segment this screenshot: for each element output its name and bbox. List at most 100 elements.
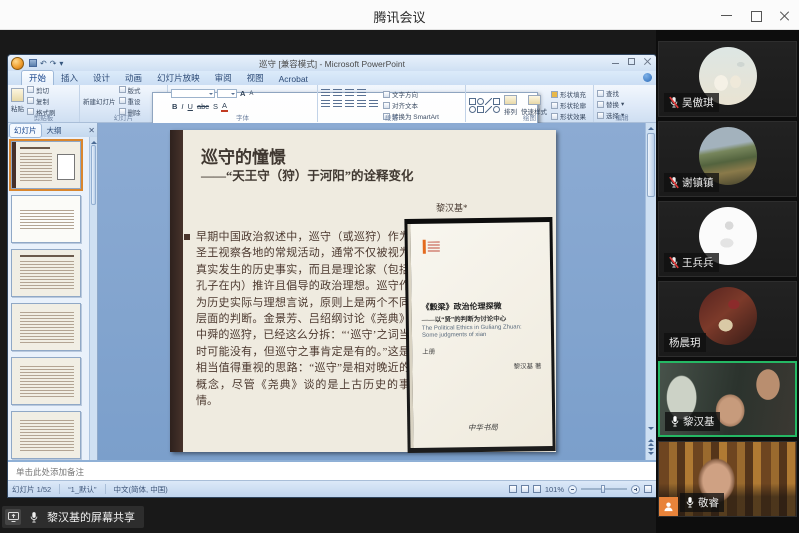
font-size-select[interactable]	[217, 89, 237, 98]
justify-icon[interactable]	[357, 100, 366, 107]
qat-dropdown-icon[interactable]: ▾	[59, 59, 63, 68]
font-color-icon[interactable]: A	[221, 101, 228, 112]
name-badge: 敬睿	[680, 493, 724, 512]
tab-review[interactable]: 审阅	[208, 71, 239, 85]
underline-icon[interactable]: U	[187, 102, 194, 111]
align-text-button[interactable]: 对齐文本	[383, 100, 439, 110]
grow-font-icon[interactable]: A	[239, 89, 246, 98]
tab-view[interactable]: 视图	[240, 71, 271, 85]
participant-tile-lihanji[interactable]: 黎汉基	[658, 361, 797, 437]
powerpoint-window: ↶ ↷ ▾ 巡守 [兼容模式] - Microsoft PowerPoint 开…	[8, 55, 656, 497]
numbering-icon[interactable]	[333, 89, 342, 96]
group-label-slides: 幻灯片	[80, 112, 167, 122]
slide-thumbnail-5[interactable]	[11, 357, 81, 405]
mic-on-icon	[670, 415, 680, 428]
participant-tile-jingrui[interactable]: 敬睿	[658, 441, 797, 517]
name-badge: 谢镇镇	[664, 173, 719, 192]
tab-slideshow[interactable]: 幻灯片放映	[150, 71, 207, 85]
maximize-button[interactable]	[749, 9, 762, 22]
outdent-icon[interactable]	[357, 89, 366, 96]
slide[interactable]: 巡守的憧憬 ——“天王守（狩）于河阳”的诠释变化 黎汉基* 早期中国政治叙述中，…	[170, 130, 556, 452]
zoom-out-icon[interactable]	[568, 485, 577, 494]
shrink-font-icon[interactable]: A	[248, 91, 254, 97]
copy-button[interactable]: 复制	[27, 96, 56, 106]
shapes-gallery[interactable]	[469, 98, 500, 113]
strikethrough-icon[interactable]: abc	[196, 102, 210, 111]
find-button[interactable]: 查找	[597, 88, 647, 98]
columns-icon[interactable]	[369, 100, 378, 107]
ppt-minimize-button[interactable]	[611, 57, 620, 66]
office-button[interactable]	[11, 57, 24, 70]
cut-button[interactable]: 剪切	[27, 85, 56, 95]
thumbnails-scrollbar[interactable]	[89, 137, 97, 460]
slide-thumbnail-6[interactable]	[11, 411, 81, 459]
replace-button[interactable]: 替换▾	[597, 99, 647, 109]
meeting-title: 腾讯会议	[0, 7, 799, 26]
previous-slide-button[interactable]	[648, 436, 654, 446]
pane-tab-outline[interactable]: 大纲	[43, 124, 66, 137]
align-center-icon[interactable]	[333, 100, 342, 107]
redo-icon[interactable]: ↷	[50, 59, 57, 68]
participant-tile-wangbingbing[interactable]: 王兵兵	[658, 201, 797, 277]
help-icon[interactable]	[643, 73, 652, 82]
next-slide-button[interactable]	[648, 448, 654, 458]
undo-icon[interactable]: ↶	[40, 59, 47, 68]
normal-view-icon[interactable]	[509, 485, 517, 493]
font-family-select[interactable]	[171, 89, 215, 98]
bullets-icon[interactable]	[321, 89, 330, 96]
layout-button[interactable]: 版式	[119, 85, 141, 95]
book-cover-image: 《穀梁》政治伦理探微 ——以“贤”的判断为讨论中心 The Political …	[404, 217, 555, 453]
indent-icon[interactable]	[345, 89, 354, 96]
slide-thumbnail-3[interactable]	[11, 249, 81, 297]
save-icon[interactable]	[29, 59, 37, 67]
zoom-slider[interactable]	[581, 488, 627, 490]
language-indicator[interactable]: 中文(简体, 中国)	[114, 484, 168, 495]
ppt-close-button[interactable]	[643, 57, 652, 66]
name-badge: 吴傲琪	[664, 93, 719, 112]
slide-scrollbar[interactable]	[645, 123, 656, 460]
slide-indicator: 幻灯片 1/52	[12, 484, 51, 495]
paste-button[interactable]: 粘贴	[11, 88, 24, 113]
new-slide-button[interactable]: 新建幻灯片	[83, 96, 116, 106]
ribbon-group-clipboard: 粘贴 剪切 复制 格式刷 剪贴板	[8, 85, 80, 122]
participant-tile-xiezhenzhen[interactable]: 谢镇镇	[658, 121, 797, 197]
close-button[interactable]	[778, 9, 791, 22]
minimize-button[interactable]	[720, 9, 733, 22]
group-label-editing: 编辑	[594, 112, 650, 122]
ribbon-group-editing: 查找 替换▾ 选择▾ 编辑	[594, 85, 650, 122]
text-shadow-icon[interactable]: S	[212, 102, 219, 111]
tab-animations[interactable]: 动画	[118, 71, 149, 85]
align-left-icon[interactable]	[321, 100, 330, 107]
participant-tile-yangchenyue[interactable]: 杨晨玥	[658, 281, 797, 357]
scroll-down-icon[interactable]	[648, 427, 654, 433]
participant-tile-wuaoqi[interactable]: 吴傲琪	[658, 41, 797, 117]
name-badge: 杨晨玥	[664, 333, 706, 352]
fit-to-window-icon[interactable]	[644, 485, 652, 493]
slide-thumbnail-2[interactable]	[11, 195, 81, 243]
tab-insert[interactable]: 插入	[54, 71, 85, 85]
shape-outline-button[interactable]: 形状轮廓	[551, 100, 586, 110]
meeting-titlebar: 腾讯会议	[0, 0, 799, 30]
notes-pane[interactable]: 单击此处添加备注	[8, 460, 656, 480]
slide-canvas-area[interactable]: 巡守的憧憬 ——“天王守（狩）于河阳”的诠释变化 黎汉基* 早期中国政治叙述中，…	[98, 123, 656, 460]
slide-thumbnail-4[interactable]	[11, 303, 81, 351]
shape-fill-button[interactable]: 形状填充	[551, 89, 586, 99]
tab-home[interactable]: 开始	[22, 71, 53, 85]
zoom-in-icon[interactable]	[631, 485, 640, 494]
slide-sorter-icon[interactable]	[521, 485, 529, 493]
tab-acrobat[interactable]: Acrobat	[272, 73, 315, 85]
tab-design[interactable]: 设计	[86, 71, 117, 85]
align-right-icon[interactable]	[345, 100, 354, 107]
pane-close-icon[interactable]: ✕	[88, 126, 95, 135]
participant-name: 谢镇镇	[682, 175, 714, 190]
ppt-restore-button[interactable]	[627, 57, 636, 66]
bold-icon[interactable]: B	[171, 102, 178, 111]
pane-tab-slides[interactable]: 幻灯片	[10, 124, 41, 137]
publisher-logo	[423, 240, 441, 254]
slideshow-icon[interactable]	[533, 485, 541, 493]
slide-thumbnail-1[interactable]	[11, 141, 81, 189]
italic-icon[interactable]: I	[180, 102, 184, 111]
shape-fill-icon	[551, 91, 558, 98]
reset-button[interactable]: 重设	[119, 96, 141, 106]
text-direction-button[interactable]: 文字方向	[383, 89, 439, 99]
